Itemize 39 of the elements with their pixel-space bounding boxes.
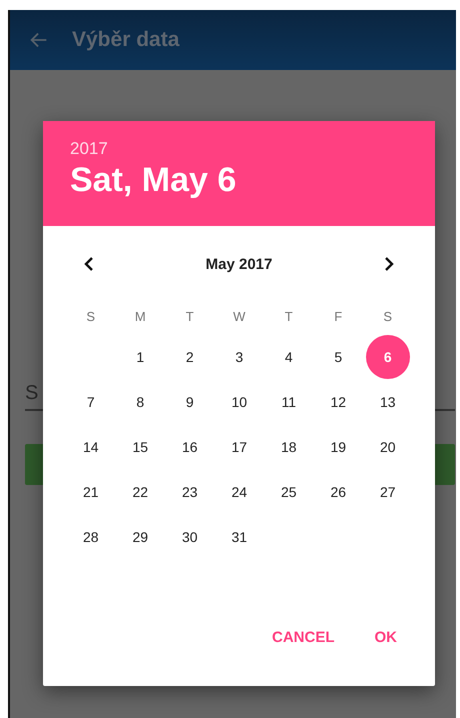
weekday-label: T — [184, 308, 195, 326]
day[interactable]: 12 — [316, 380, 360, 424]
day[interactable]: 25 — [266, 470, 311, 514]
day[interactable]: 4 — [266, 335, 311, 379]
day[interactable]: 11 — [266, 380, 311, 424]
day[interactable]: 21 — [68, 470, 113, 514]
day[interactable]: 26 — [316, 470, 360, 514]
day[interactable]: 2 — [168, 335, 212, 379]
day[interactable]: 27 — [366, 470, 410, 514]
day[interactable]: 10 — [217, 380, 262, 424]
day[interactable]: 9 — [168, 380, 212, 424]
day[interactable]: 24 — [217, 470, 262, 514]
weekday-label: S — [382, 308, 394, 326]
weekday-label: F — [333, 308, 344, 326]
day[interactable]: 18 — [266, 425, 311, 469]
day[interactable]: 1 — [118, 335, 162, 379]
day[interactable]: 17 — [217, 425, 262, 469]
day[interactable]: 16 — [168, 425, 212, 469]
weekday-label: S — [85, 308, 96, 326]
day[interactable]: 20 — [366, 425, 410, 469]
weekday-label: M — [134, 308, 147, 326]
day[interactable]: 7 — [68, 380, 113, 424]
day[interactable]: 19 — [316, 425, 360, 469]
weekday-label: T — [284, 308, 294, 326]
day[interactable]: 29 — [118, 515, 162, 559]
month-title: May 2017 — [206, 256, 272, 272]
day[interactable]: 14 — [68, 425, 113, 469]
day[interactable]: 23 — [168, 470, 212, 514]
day[interactable]: 30 — [168, 515, 212, 559]
weekday-label: W — [232, 308, 246, 326]
day[interactable]: 5 — [316, 335, 360, 379]
day[interactable]: 31 — [217, 515, 262, 559]
day[interactable]: 15 — [118, 425, 162, 469]
day[interactable]: 13 — [366, 380, 410, 424]
day[interactable]: 28 — [68, 515, 113, 559]
day[interactable]: 3 — [217, 335, 262, 379]
day[interactable]: 8 — [118, 380, 162, 424]
screen-title: Výběr data — [72, 28, 180, 52]
day[interactable]: 22 — [118, 470, 162, 514]
